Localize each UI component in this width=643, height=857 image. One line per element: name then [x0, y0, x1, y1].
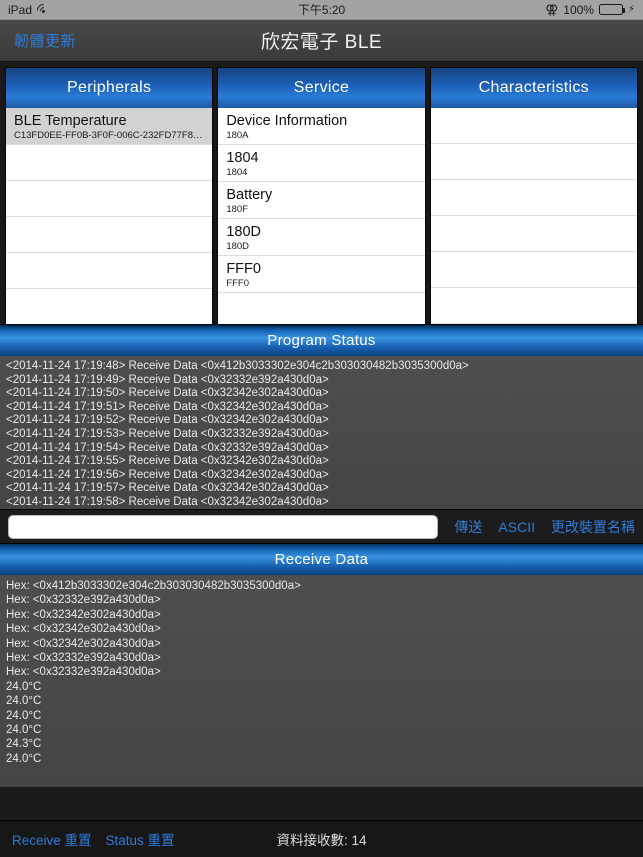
- list-item-empty: [6, 289, 212, 324]
- bluetooth-icon: ⚢: [545, 2, 559, 17]
- ios-status-bar: iPad 下午5:20 ⚢ 100% ⚡: [0, 0, 643, 20]
- list-item-empty: [430, 216, 637, 252]
- navigation-bar: 韌體更新 欣宏電子 BLE: [0, 20, 643, 62]
- battery-percent-label: 100%: [563, 2, 594, 17]
- panel-list[interactable]: BLE Temperature C13FD0EE-FF0B-3F0F-006C-2…: [6, 108, 213, 324]
- list-item-title: BLE Temperature: [14, 113, 127, 129]
- program-status-line: <2014-11-24 17:19:52> Receive Data <0x32…: [6, 414, 329, 427]
- receive-data-line: Hex: <0x32332e392a430d0a>: [6, 666, 161, 679]
- list-item-empty: [6, 253, 213, 289]
- list-item-subtitle: 1804: [226, 167, 248, 178]
- program-status-header: Program Status: [0, 324, 643, 356]
- program-status-line: <2014-11-24 17:19:56> Receive Data <0x32…: [6, 468, 329, 481]
- receive-data-line: Hex: <0x32342e302a430d0a>: [6, 623, 161, 636]
- program-status-line: <2014-11-24 17:19:51> Receive Data <0x32…: [6, 400, 329, 413]
- toolbar-buttons: Receive 重置 Status 重置: [12, 829, 175, 849]
- list-item-empty: [6, 145, 213, 181]
- receive-data-line: Hex: <0x412b3033302e304c2b303030482b3035…: [6, 580, 301, 592]
- panel-list[interactable]: Device Information 180A 1804 1804 Battery 180…: [218, 108, 425, 324]
- list-item-title: 1804: [226, 150, 259, 166]
- program-status-line: <2014-11-24 17:19:49> Receive Data <0x32…: [6, 373, 329, 386]
- panel-list[interactable]: [430, 108, 637, 324]
- send-button[interactable]: 傳送: [454, 517, 482, 537]
- list-item-empty: [6, 181, 213, 217]
- page-title: 欣宏電子 BLE: [260, 32, 383, 53]
- ascii-toggle-button[interactable]: ASCII: [498, 519, 535, 535]
- lists-container: Peripherals BLE Temperature C13FD0EE-FF0B-…: [0, 62, 643, 324]
- list-item[interactable]: Battery 180F: [218, 182, 425, 219]
- list-item-empty: [6, 217, 213, 253]
- program-status-line: <2014-11-24 17:19:54> Receive Data <0x32…: [6, 441, 329, 454]
- receive-data-line: Hex: <0x32342e302a430d0a>: [6, 637, 161, 650]
- battery-icon: [598, 4, 625, 15]
- status-bar-right: ⚢ 100% ⚡: [545, 3, 635, 17]
- program-status-line: <2014-11-24 17:19:53> Receive Data <0x32…: [6, 427, 329, 440]
- list-item-title: Battery: [226, 187, 273, 203]
- panel-service: Service Device Information 180A 1804 1804 Bat…: [218, 68, 425, 324]
- list-item-empty: [430, 288, 637, 324]
- list-item[interactable]: Device Information 180A: [218, 108, 425, 145]
- panel-characteristics: Characteristics: [430, 68, 637, 324]
- receive-data-line: Hex: <0x32332e392a430d0a>: [6, 652, 161, 665]
- program-status-line: <2014-11-24 17:19:48> Receive Data <0x41…: [6, 360, 469, 372]
- panel-peripherals: Peripherals BLE Temperature C13FD0EE-FF0B-…: [6, 68, 213, 324]
- send-input[interactable]: [8, 514, 439, 539]
- bottom-toolbar: Receive 重置 Status 重置 資料接收數: 14: [0, 820, 643, 857]
- receive-data-line: 24.0°C: [6, 695, 42, 708]
- list-item-empty: [430, 252, 637, 288]
- program-status-line: <2014-11-24 17:19:58> Receive Data <0x32…: [6, 495, 329, 508]
- receive-data-line: 24.3°C: [6, 738, 42, 751]
- ble-app-window: iPad 下午5:20 ⚢ 100% ⚡ 韌體更新 欣宏電子 BLE Perip…: [0, 0, 643, 857]
- receive-data-line: 24.0°C: [6, 752, 42, 765]
- list-item-subtitle: C13FD0EE-FF0B-3F0F-006C-232FD77F89…: [14, 130, 205, 141]
- list-item-subtitle: 180F: [226, 204, 248, 215]
- receive-data-line: 24.0°C: [6, 680, 42, 693]
- list-item-empty: [218, 293, 424, 324]
- program-status-line: <2014-11-24 17:19:50> Receive Data <0x32…: [6, 387, 329, 400]
- list-item-title: FFF0: [226, 261, 261, 277]
- list-item-subtitle: 180A: [226, 130, 249, 141]
- list-item-title: Device Information: [226, 113, 348, 129]
- receive-data-line: Hex: <0x32332e392a430d0a>: [6, 594, 161, 607]
- receive-data-line: 24.0°C: [6, 724, 42, 737]
- list-item-empty: [430, 144, 637, 180]
- receive-data-log[interactable]: Hex: <0x412b3033302e304c2b303030482b3035…: [0, 575, 643, 787]
- receive-reset-button[interactable]: Receive 重置: [12, 829, 92, 849]
- program-status-line: <2014-11-24 17:19:57> Receive Data <0x32…: [6, 482, 329, 495]
- send-bar: 傳送 ASCII 更改裝置名稱: [0, 509, 643, 543]
- panel-header: Characteristics: [430, 68, 637, 108]
- list-item-empty: [430, 180, 637, 216]
- receive-data-line: Hex: <0x32342e302a430d0a>: [6, 608, 161, 621]
- list-item[interactable]: BLE Temperature C13FD0EE-FF0B-3F0F-006C-2…: [6, 108, 213, 145]
- receive-data-line: 24.0°C: [6, 709, 42, 722]
- program-status-line: <2014-11-24 17:19:55> Receive Data <0x32…: [6, 455, 329, 468]
- list-item-title: 180D: [226, 224, 261, 240]
- receive-data-header: Receive Data: [0, 543, 643, 575]
- rename-device-button[interactable]: 更改裝置名稱: [551, 517, 635, 537]
- charging-bolt-icon: ⚡: [627, 3, 635, 15]
- list-item-subtitle: FFF0: [226, 278, 250, 289]
- list-item[interactable]: 1804 1804: [218, 145, 425, 182]
- list-item-empty: [430, 108, 637, 144]
- list-item-subtitle: 180D: [226, 241, 250, 252]
- list-item[interactable]: FFF0 FFF0: [218, 256, 425, 293]
- status-reset-button[interactable]: Status 重置: [106, 829, 175, 849]
- panel-header: Peripherals: [6, 68, 213, 108]
- program-status-log[interactable]: <2014-11-24 17:19:48> Receive Data <0x41…: [0, 356, 643, 509]
- list-item[interactable]: 180D 180D: [218, 219, 425, 256]
- panel-header: Service: [218, 68, 425, 108]
